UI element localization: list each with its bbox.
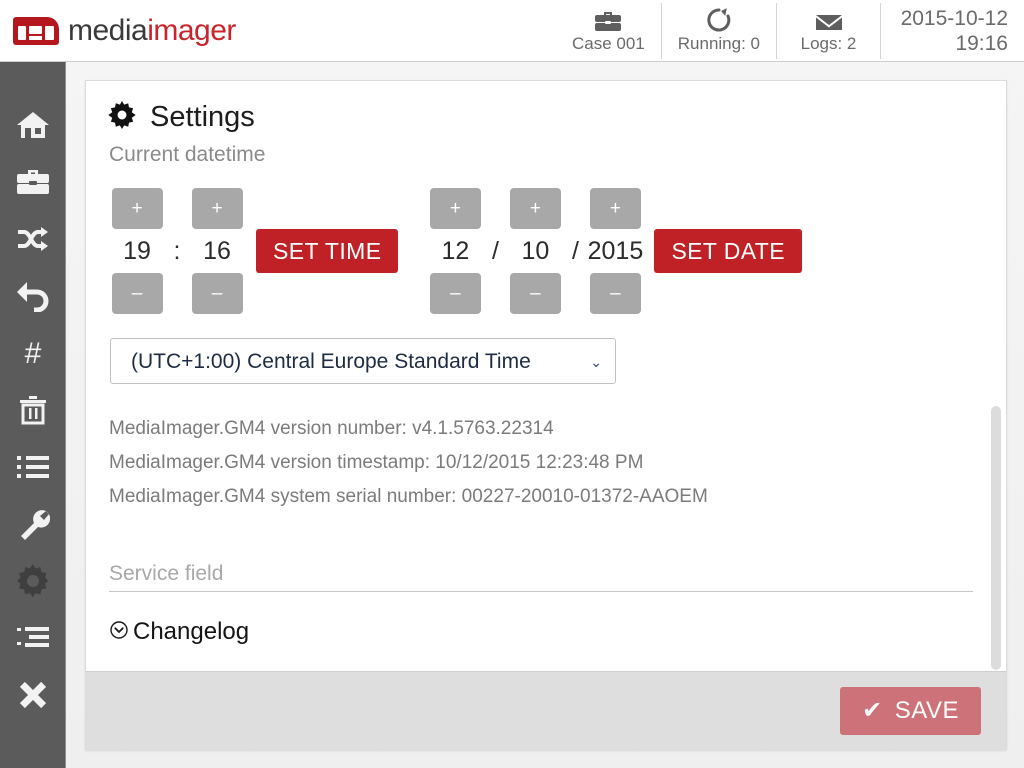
hour-value: 19	[123, 237, 151, 265]
sidebar-item-log-list[interactable]	[0, 609, 65, 666]
time-separator-label: :	[173, 237, 181, 265]
date-separator-2-label: /	[571, 237, 579, 265]
time-separator: :	[166, 188, 188, 273]
status-case-label: Case 001	[571, 33, 645, 53]
list-icon	[16, 454, 50, 480]
briefcase-icon	[15, 167, 51, 197]
trash-icon	[17, 394, 49, 426]
set-date-col: SET DATE	[654, 188, 802, 273]
date-separator-1-label: /	[491, 237, 499, 265]
set-time-button[interactable]: SET TIME	[256, 229, 399, 273]
info-line-version-timestamp: MediaImager.GM4 version timestamp: 10/12…	[109, 452, 644, 473]
card-footer: ✔ SAVE	[86, 671, 1006, 749]
month-increment-button[interactable]: +	[509, 188, 561, 229]
close-icon	[16, 679, 50, 711]
chevron-down-circle-icon	[109, 620, 129, 645]
hash-icon: #	[17, 337, 49, 369]
check-icon: ✔	[862, 696, 883, 724]
sidebar-item-hash[interactable]: #	[0, 324, 65, 381]
logo-mark-icon	[13, 16, 59, 45]
timezone-row: (UTC+1:00) Central Europe Standard Time …	[110, 338, 982, 384]
year-increment-button[interactable]: +	[589, 188, 641, 229]
hour-decrement-button[interactable]: –	[111, 273, 163, 314]
status-group: Case 001 Running: 0 Logs: 2 2015-10-12 1…	[556, 2, 1024, 59]
service-field-input[interactable]	[109, 556, 973, 592]
changelog-label: Changelog	[133, 618, 250, 645]
envelope-icon	[814, 7, 844, 33]
sidebar-item-undo[interactable]	[0, 267, 65, 324]
status-case[interactable]: Case 001	[556, 3, 661, 59]
hour-increment-button[interactable]: +	[111, 188, 163, 229]
sidebar-item-trash[interactable]	[0, 381, 65, 438]
minute-stepper: + 16 –	[188, 188, 246, 314]
section-subtitle: Current datetime	[109, 143, 266, 166]
info-line-serial-number: MediaImager.GM4 system serial number: 00…	[109, 486, 708, 507]
scrollbar-thumb[interactable]	[991, 406, 1001, 670]
minute-increment-button[interactable]: +	[191, 188, 243, 229]
top-bar: mediaimager Case 001 Running: 0 Logs: 2 …	[0, 0, 1024, 62]
day-increment-button[interactable]: +	[429, 188, 481, 229]
sidebar-item-cases[interactable]	[0, 153, 65, 210]
date-separator-2: /	[564, 188, 586, 273]
logo-text-accent: imager	[147, 13, 236, 47]
hour-stepper: + 19 –	[108, 188, 166, 314]
clock: 2015-10-12 19:16	[880, 2, 1010, 59]
sidebar-item-list[interactable]	[0, 438, 65, 495]
year-stepper: + 2015 –	[586, 188, 644, 314]
day-value: 12	[441, 237, 470, 265]
year-value: 2015	[587, 237, 644, 265]
datetime-controls: + 19 – : + 16 – SET TIME + 12 – / + 10 –…	[108, 188, 982, 314]
minute-value: 16	[203, 237, 231, 265]
version-info: MediaImager.GM4 version number: v4.1.576…	[109, 412, 982, 514]
month-stepper: + 10 –	[506, 188, 564, 314]
svg-text:#: #	[24, 337, 41, 369]
status-running-label: Running: 0	[677, 33, 760, 53]
set-time-col: SET TIME	[256, 188, 399, 273]
clock-time: 19:16	[955, 31, 1008, 55]
info-line-version-number: MediaImager.GM4 version number: v4.1.576…	[109, 418, 554, 439]
status-logs[interactable]: Logs: 2	[776, 2, 880, 59]
month-decrement-button[interactable]: –	[509, 273, 561, 314]
day-stepper: + 12 –	[426, 188, 484, 314]
year-decrement-button[interactable]: –	[589, 273, 641, 314]
app-logo[interactable]: mediaimager	[13, 14, 236, 48]
minute-decrement-button[interactable]: –	[191, 273, 243, 314]
month-value: 10	[521, 237, 550, 265]
sidebar-item-tools[interactable]	[0, 495, 65, 552]
briefcase-icon	[593, 7, 623, 33]
sidebar-item-shuffle[interactable]	[0, 210, 65, 267]
save-button[interactable]: ✔ SAVE	[840, 686, 981, 735]
status-logs-label: Logs: 2	[800, 33, 857, 53]
save-button-label: SAVE	[894, 696, 959, 724]
time-group: + 19 – : + 16 – SET TIME	[108, 188, 399, 314]
gear-icon	[16, 563, 50, 598]
shuffle-icon	[15, 224, 51, 254]
sidebar-item-settings[interactable]	[0, 552, 65, 609]
card-header: Settings	[108, 101, 982, 134]
home-icon	[15, 109, 51, 141]
sidebar-item-home[interactable]	[0, 96, 65, 153]
timezone-select[interactable]: (UTC+1:00) Central Europe Standard Time	[110, 338, 616, 384]
page-title: Settings	[150, 101, 255, 133]
date-group: + 12 – / + 10 – / + 2015 – SET DATE	[426, 188, 802, 314]
wrench-icon	[16, 508, 50, 540]
date-separator-1: /	[484, 188, 506, 273]
gear-icon	[108, 101, 136, 134]
day-decrement-button[interactable]: –	[429, 273, 481, 314]
undo-icon	[15, 280, 51, 312]
clock-date: 2015-10-12	[900, 6, 1008, 30]
list-indent-icon	[16, 626, 50, 650]
page-area: Settings Current datetime + 19 – : + 16 …	[66, 62, 1024, 768]
logo-text-primary: media	[68, 13, 148, 47]
status-running[interactable]: Running: 0	[660, 2, 776, 59]
changelog-toggle[interactable]: Changelog	[109, 618, 982, 646]
service-field-row	[109, 556, 973, 592]
set-date-button[interactable]: SET DATE	[654, 229, 802, 273]
rotate-icon	[705, 7, 733, 33]
settings-card: Settings Current datetime + 19 – : + 16 …	[85, 80, 1007, 750]
sidebar-item-exit[interactable]	[0, 666, 65, 723]
sidebar: #	[0, 62, 66, 768]
settings-card-body: Settings Current datetime + 19 – : + 16 …	[86, 81, 1006, 671]
